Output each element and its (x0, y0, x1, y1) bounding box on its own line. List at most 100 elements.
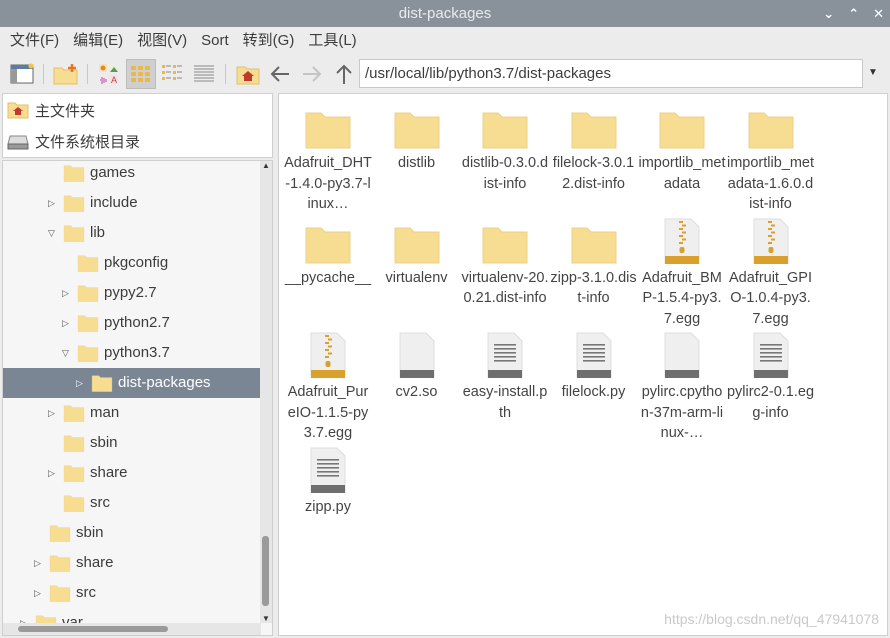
scrollbar-thumb[interactable] (18, 626, 168, 632)
file-item[interactable]: zipp.py (284, 447, 372, 518)
tree-item[interactable]: ▽ python3.7 (3, 338, 261, 368)
file-item[interactable]: filelock-3.0.12.dist-info (550, 103, 638, 194)
expanded-arrow-icon[interactable]: ▽ (62, 348, 69, 359)
folder-icon (461, 103, 549, 149)
collapsed-arrow-icon[interactable]: ▷ (34, 558, 41, 569)
tree-item[interactable]: sbin (3, 518, 261, 548)
file-item[interactable]: __pycache__ (284, 218, 372, 289)
file-name: distlib-0.3.0.dist-info (461, 155, 549, 192)
detailed-list-icon[interactable] (189, 59, 219, 89)
collapsed-arrow-icon[interactable]: ▷ (48, 468, 55, 479)
folder-icon (77, 254, 99, 272)
home-folder-icon (7, 102, 29, 119)
up-icon[interactable] (329, 59, 359, 89)
tree-item[interactable]: pkgconfig (3, 248, 261, 278)
file-name: virtualenv (385, 269, 448, 286)
file-item[interactable]: cv2.so (373, 332, 461, 403)
tree-vertical-scrollbar[interactable]: ▲ ▼ (260, 161, 272, 623)
menu-go[interactable]: 转到(G) (243, 28, 295, 54)
path-input[interactable]: /usr/local/lib/python3.7/dist-packages (359, 59, 863, 88)
expanded-arrow-icon[interactable]: ▽ (48, 228, 55, 239)
tree-item[interactable]: sbin (3, 428, 261, 458)
places-panel: 主文件夹 文件系统根目录 (2, 93, 273, 158)
folder-icon (49, 584, 71, 602)
menu-tools[interactable]: 工具(L) (308, 28, 356, 54)
file-item[interactable]: Adafruit_PureIO-1.1.5-py3.7.egg (284, 332, 372, 444)
file-item[interactable]: virtualenv (373, 218, 461, 289)
close-button[interactable]: ✕ (873, 0, 884, 27)
menu-edit[interactable]: 编辑(E) (73, 28, 123, 54)
tree-item[interactable]: ▽ lib (3, 218, 261, 248)
collapsed-arrow-icon[interactable]: ▷ (34, 588, 41, 599)
file-item[interactable]: pylirc2-0.1.egg-info (727, 332, 815, 423)
tree-item[interactable]: ▷ src (3, 578, 261, 608)
file-item[interactable]: importlib_metadata-1.6.0.dist-info (727, 103, 815, 215)
back-icon[interactable] (265, 59, 295, 89)
menu-sort[interactable]: Sort (201, 28, 229, 54)
tree-item[interactable]: ▷ share (3, 548, 261, 578)
folder-icon (373, 218, 461, 264)
place-root[interactable]: 文件系统根目录 (3, 126, 272, 156)
home-icon[interactable] (233, 59, 263, 89)
tree-item[interactable]: games (3, 161, 261, 188)
collapsed-arrow-icon[interactable]: ▷ (76, 378, 83, 389)
folder-icon (727, 103, 815, 149)
file-item[interactable]: Adafruit_DHT-1.4.0-py3.7-linux… (284, 103, 372, 215)
menu-view[interactable]: 视图(V) (137, 28, 187, 54)
archive-file-icon (638, 218, 726, 264)
folder-icon (550, 103, 638, 149)
thumbnail-view-icon[interactable]: A (94, 59, 124, 89)
tree-item[interactable]: ▷ man (3, 398, 261, 428)
tree-item[interactable]: ▷ share (3, 458, 261, 488)
folder-icon (63, 224, 85, 242)
collapsed-arrow-icon[interactable]: ▷ (62, 288, 69, 299)
place-label: 主文件夹 (35, 102, 96, 120)
tree-item[interactable]: ▷ pypy2.7 (3, 278, 261, 308)
file-item[interactable]: Adafruit_BMP-1.5.4-py3.7.egg (638, 218, 726, 330)
folder-icon (49, 554, 71, 572)
collapsed-arrow-icon[interactable]: ▷ (48, 198, 55, 209)
new-folder-icon[interactable] (51, 59, 81, 89)
new-window-icon[interactable] (7, 59, 37, 89)
place-home[interactable]: 主文件夹 (3, 95, 272, 125)
file-name: easy-install.pth (462, 384, 548, 421)
drive-icon (7, 135, 29, 150)
tree-item[interactable]: ▷ include (3, 188, 261, 218)
forward-icon[interactable] (297, 59, 327, 89)
folder-icon (63, 434, 85, 452)
folder-icon (284, 218, 372, 264)
file-item[interactable]: easy-install.pth (461, 332, 549, 423)
file-item[interactable]: importlib_metadata (638, 103, 726, 194)
scrollbar-thumb[interactable] (262, 536, 269, 606)
path-history-dropdown[interactable]: ▼ (868, 67, 878, 78)
folder-icon (49, 524, 71, 542)
file-item[interactable]: distlib-0.3.0.dist-info (461, 103, 549, 194)
compact-view-icon[interactable] (157, 59, 187, 89)
tree-item[interactable]: src (3, 488, 261, 518)
tree-item-label: dist-packages (118, 374, 211, 391)
file-item[interactable]: virtualenv-20.0.21.dist-info (461, 218, 549, 309)
collapsed-arrow-icon[interactable]: ▷ (62, 318, 69, 329)
file-name: virtualenv-20.0.21.dist-info (461, 269, 549, 307)
maximize-button[interactable]: ⌃ (848, 0, 859, 27)
tree-item-label: src (76, 584, 96, 601)
text-file-icon (727, 332, 815, 378)
file-item[interactable]: Adafruit_GPIO-1.0.4-py3.7.egg (727, 218, 815, 330)
folder-icon (77, 284, 99, 302)
file-name: filelock.py (561, 384, 626, 400)
folder-icon (550, 218, 638, 264)
file-item[interactable]: zipp-3.1.0.dist-info (550, 218, 638, 309)
tree-item-label: pypy2.7 (104, 284, 157, 301)
tree-item[interactable]: ▷ python2.7 (3, 308, 261, 338)
folder-icon (77, 344, 99, 362)
tree-horizontal-scrollbar[interactable] (3, 623, 261, 635)
file-item[interactable]: distlib (373, 103, 461, 174)
collapsed-arrow-icon[interactable]: ▷ (48, 408, 55, 419)
menu-file[interactable]: 文件(F) (10, 28, 59, 54)
icon-view-icon[interactable] (126, 59, 156, 89)
minimize-button[interactable]: ⌄ (823, 0, 834, 27)
file-item[interactable]: filelock.py (550, 332, 638, 403)
tree-item[interactable]: ▷ dist-packages (3, 368, 261, 398)
text-file-icon (284, 447, 372, 493)
file-item[interactable]: pylirc.cpython-37m-arm-linux-… (638, 332, 726, 444)
